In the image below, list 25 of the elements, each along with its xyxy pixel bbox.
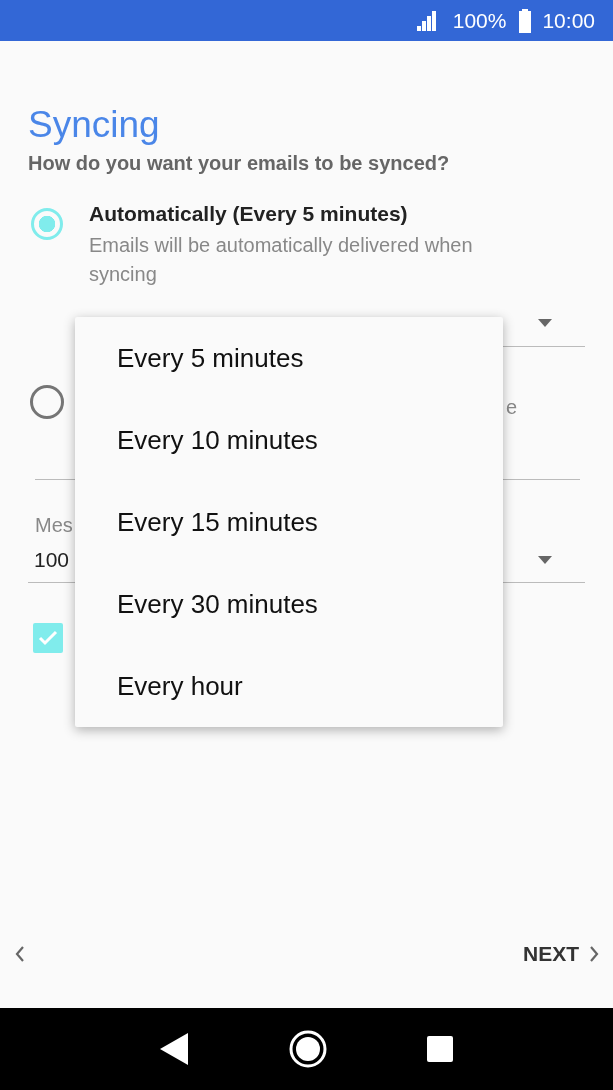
checkbox[interactable]	[33, 623, 63, 653]
subtitle: How do you want your emails to be synced?	[28, 151, 451, 176]
menu-item[interactable]: Every 5 minutes	[75, 317, 503, 399]
field-label: Mes	[35, 513, 73, 538]
battery-percentage: 100%	[452, 8, 507, 33]
option-description: Emails will be automatically delivered when syncing	[89, 233, 474, 287]
battery-icon	[518, 8, 533, 33]
back-icon[interactable]	[159, 1033, 190, 1065]
recents-icon[interactable]	[427, 1036, 454, 1062]
signal-icon	[414, 10, 439, 31]
radio-button[interactable]	[30, 385, 64, 419]
clock: 10:00	[542, 8, 595, 33]
caret-icon	[537, 556, 553, 564]
menu-item[interactable]: Every 15 minutes	[75, 481, 503, 563]
menu-item[interactable]: Every 10 minutes	[75, 399, 503, 481]
home-icon[interactable]	[289, 1030, 328, 1068]
chevron-right-icon	[589, 946, 599, 962]
option-label: Automatically (Every 5 minutes)	[89, 201, 409, 227]
back-chevron-icon[interactable]	[15, 946, 25, 962]
page-title: Syncing	[28, 103, 161, 147]
caret-icon	[537, 319, 553, 327]
menu-item[interactable]: Every 30 minutes	[75, 563, 503, 645]
next-button[interactable]: NEXT	[523, 938, 599, 970]
menu-item[interactable]: Every hour	[75, 645, 503, 727]
option-label: e	[506, 396, 518, 419]
